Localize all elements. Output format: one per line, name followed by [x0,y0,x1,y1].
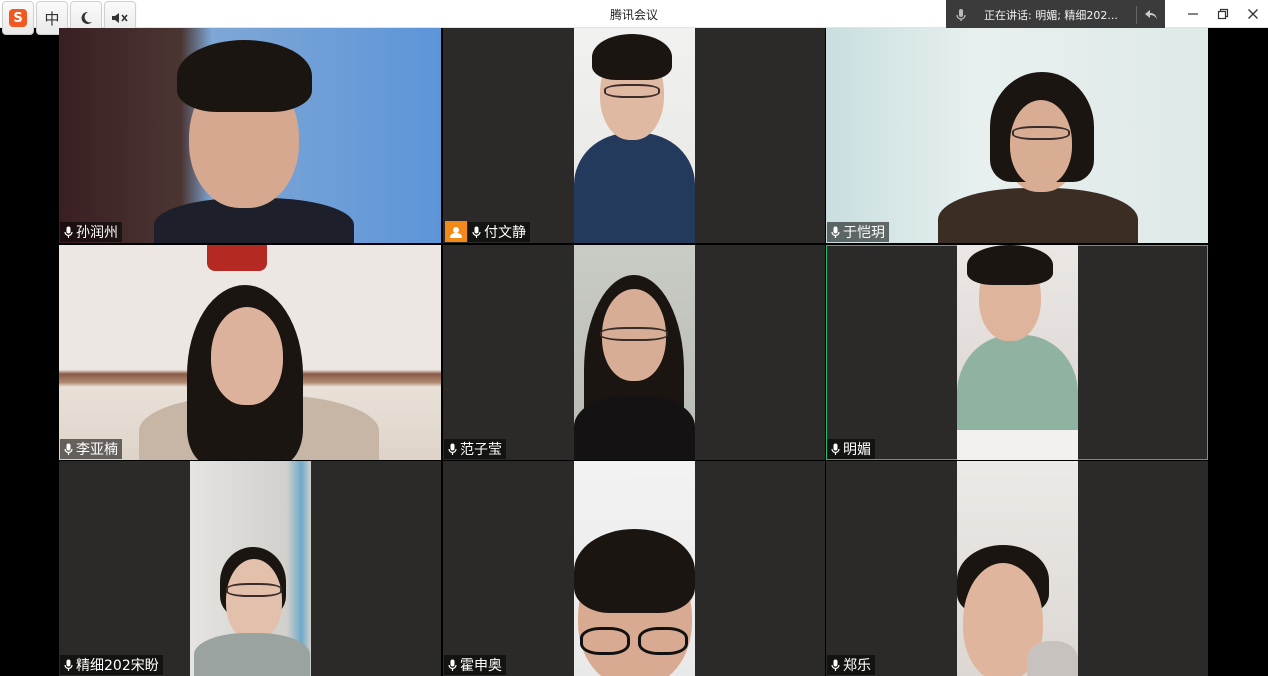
participant-tile[interactable]: 精细202宋盼 [59,461,441,676]
participant-name-label: 孙润州 [60,222,122,242]
participant-tile[interactable]: 范子莹 [443,245,825,460]
participant-video [826,28,1208,243]
restore-icon [1217,8,1229,20]
speaking-text: 正在讲话: 明媚; 精细202... [984,9,1118,22]
participant-name: 郑乐 [843,658,871,674]
ime-chinese-label: 中 [44,9,60,28]
participant-name-label: 范子莹 [444,439,506,459]
restore-button[interactable] [1208,0,1238,28]
participant-video [574,461,695,676]
participant-name-label: 精细202宋盼 [60,655,163,675]
participant-video [59,28,441,243]
avatar-icon [445,221,467,242]
speaker-mute-icon [112,13,128,23]
microphone-icon [829,658,841,672]
sogou-icon: S [9,9,27,27]
speaking-indicator[interactable]: 正在讲话: 明媚; 精细202... [946,0,1165,30]
participant-tile[interactable]: 付文静 [443,28,825,243]
participant-tile[interactable]: 于恺玥 [826,28,1208,243]
participant-name: 于恺玥 [843,225,885,241]
participant-video [574,28,695,243]
minimize-button[interactable] [1178,0,1208,28]
microphone-icon [62,225,74,239]
participant-video [190,461,311,676]
participant-name: 精细202宋盼 [76,658,159,674]
microphone-icon [62,442,74,456]
microphone-icon [446,658,458,672]
participant-tile[interactable]: 霍申奥 [443,461,825,676]
participant-video [957,461,1078,676]
participant-video [59,245,441,460]
participant-name: 范子莹 [460,442,502,458]
microphone-icon [946,8,976,22]
participant-name: 明媚 [843,442,871,458]
microphone-icon [829,442,841,456]
participant-name-label: 于恺玥 [827,222,889,242]
participant-video [957,245,1078,460]
participant-tile[interactable]: 郑乐 [826,461,1208,676]
microphone-icon [470,225,482,239]
participant-tile-active[interactable]: 明媚 [826,245,1208,460]
participant-video [574,245,695,460]
participant-name: 霍申奥 [460,658,502,674]
window-controls [1178,0,1268,28]
close-icon [1248,9,1258,19]
return-icon[interactable] [1137,9,1165,21]
participant-name-label: 付文静 [468,222,530,242]
participant-name-label: 明媚 [827,439,875,459]
participant-name: 李亚楠 [76,442,118,458]
microphone-icon [62,658,74,672]
minimize-icon [1188,13,1198,15]
participant-name-label: 李亚楠 [60,439,122,459]
close-button[interactable] [1238,0,1268,28]
moon-icon [81,11,92,24]
participant-name: 付文静 [484,225,526,241]
microphone-icon [446,442,458,456]
participant-tile[interactable]: 孙润州 [59,28,441,243]
video-grid: 孙润州 付文静 于恺玥 李亚楠 范子莹 明媚 精细202宋盼 霍申奥 郑乐 [59,28,1209,676]
participant-tile[interactable]: 李亚楠 [59,245,441,460]
sogou-logo-button[interactable]: S [2,1,34,35]
participant-name-label: 郑乐 [827,655,875,675]
participant-name: 孙润州 [76,225,118,241]
participant-name-label: 霍申奥 [444,655,506,675]
microphone-icon [829,225,841,239]
